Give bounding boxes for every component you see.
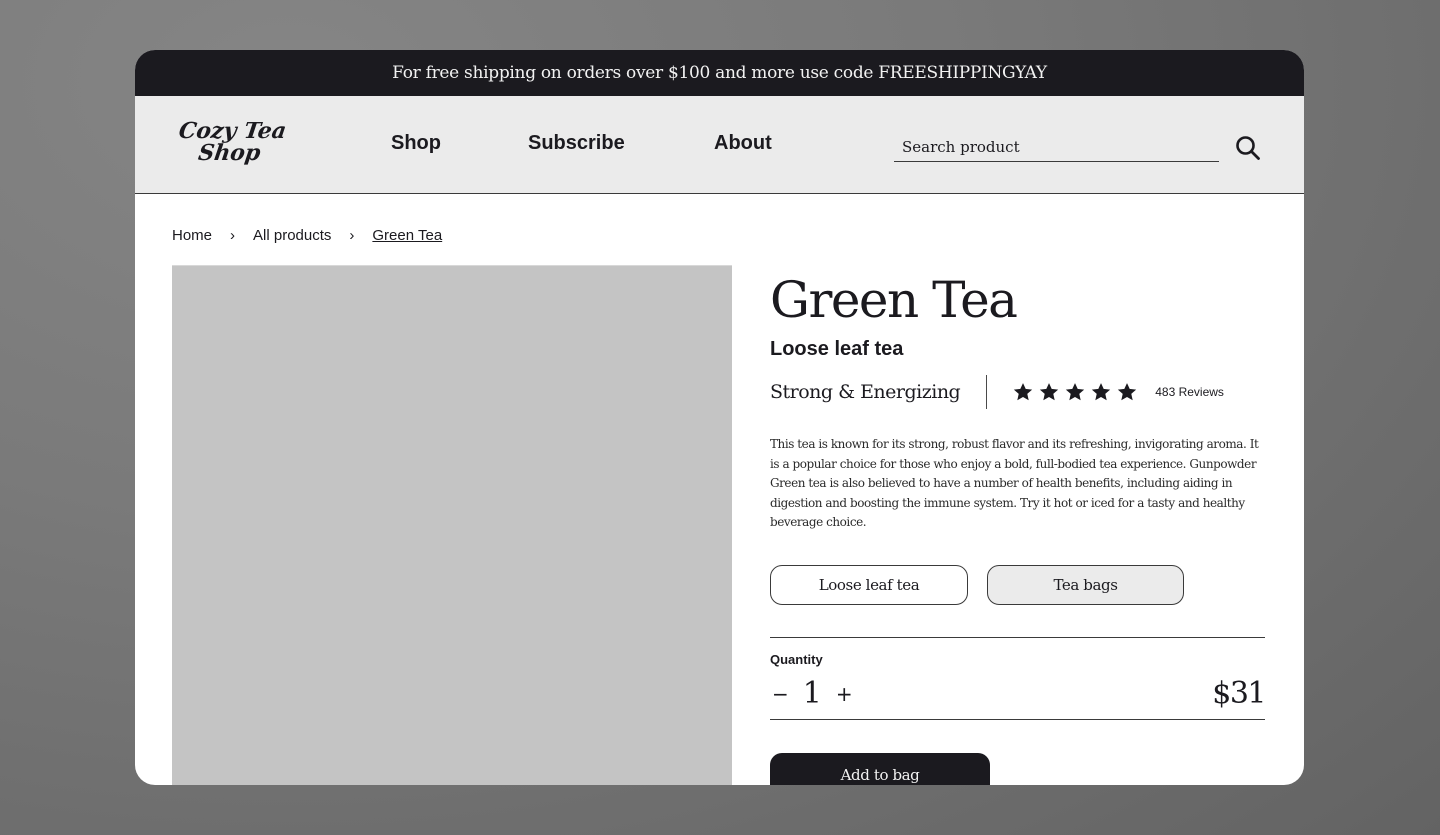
logo-line-2: Shop [196, 140, 263, 166]
decrement-button[interactable]: − [770, 682, 791, 706]
breadcrumb-current[interactable]: Green Tea [372, 227, 442, 244]
increment-button[interactable]: + [834, 682, 855, 706]
page-card: For free shipping on orders over $100 an… [135, 50, 1304, 785]
logo[interactable]: Cozy Tea Shop [168, 118, 294, 166]
navbar: Cozy Tea Shop Shop Subscribe About [135, 96, 1304, 194]
breadcrumb-home[interactable]: Home [172, 227, 212, 244]
product-description: This tea is known for its strong, robust… [770, 437, 1259, 529]
star-filled-icon [1014, 383, 1033, 401]
search-input[interactable] [894, 132, 1219, 161]
search-icon[interactable] [1234, 134, 1262, 162]
option-loose-leaf[interactable]: Loose leaf tea [770, 564, 968, 605]
promo-text: For free shipping on orders over $100 an… [392, 63, 1047, 83]
breadcrumb-separator: › [230, 227, 236, 244]
product-title: Green Tea [770, 271, 1018, 329]
divider [770, 636, 1265, 638]
quantity-label: Quantity [770, 651, 823, 667]
divider [770, 718, 1265, 720]
nav-shop[interactable]: Shop [391, 132, 441, 155]
product-details: Green Tea Loose leaf tea Strong & Energi… [770, 270, 1266, 785]
nav-about[interactable]: About [714, 132, 772, 155]
product-type: Loose leaf tea [770, 338, 904, 360]
reviews-count[interactable]: 483 Reviews [1155, 385, 1224, 399]
breadcrumb-all-products[interactable]: All products [253, 227, 331, 244]
format-options: Loose leaf tea Tea bags [770, 564, 1265, 605]
meta-divider [986, 375, 988, 409]
quantity-row: − 1 + $31 [770, 673, 1266, 715]
add-to-bag-button[interactable]: Add to bag [770, 752, 990, 785]
product-tagline: Strong & Energizing [770, 381, 961, 403]
quantity-value: 1 [802, 676, 822, 711]
logo-line-1: Cozy Tea [177, 118, 288, 144]
star-filled-icon [1092, 383, 1111, 401]
star-filled-icon [1040, 383, 1059, 401]
breadcrumb: Home › All products › Green Tea [172, 227, 442, 244]
product-meta: Strong & Energizing 483 Reviews [770, 375, 1265, 409]
product-price: $31 [1212, 676, 1266, 711]
rating-stars [1013, 382, 1137, 402]
star-filled-icon [1066, 383, 1085, 401]
promo-banner: For free shipping on orders over $100 an… [135, 50, 1304, 96]
product-image-placeholder [172, 265, 732, 785]
option-tea-bags[interactable]: Tea bags [987, 564, 1184, 605]
nav-subscribe[interactable]: Subscribe [528, 132, 625, 155]
quantity-stepper: − 1 + [770, 676, 855, 711]
breadcrumb-separator: › [349, 227, 355, 244]
search-field [894, 132, 1219, 162]
star-filled-icon [1118, 383, 1137, 401]
